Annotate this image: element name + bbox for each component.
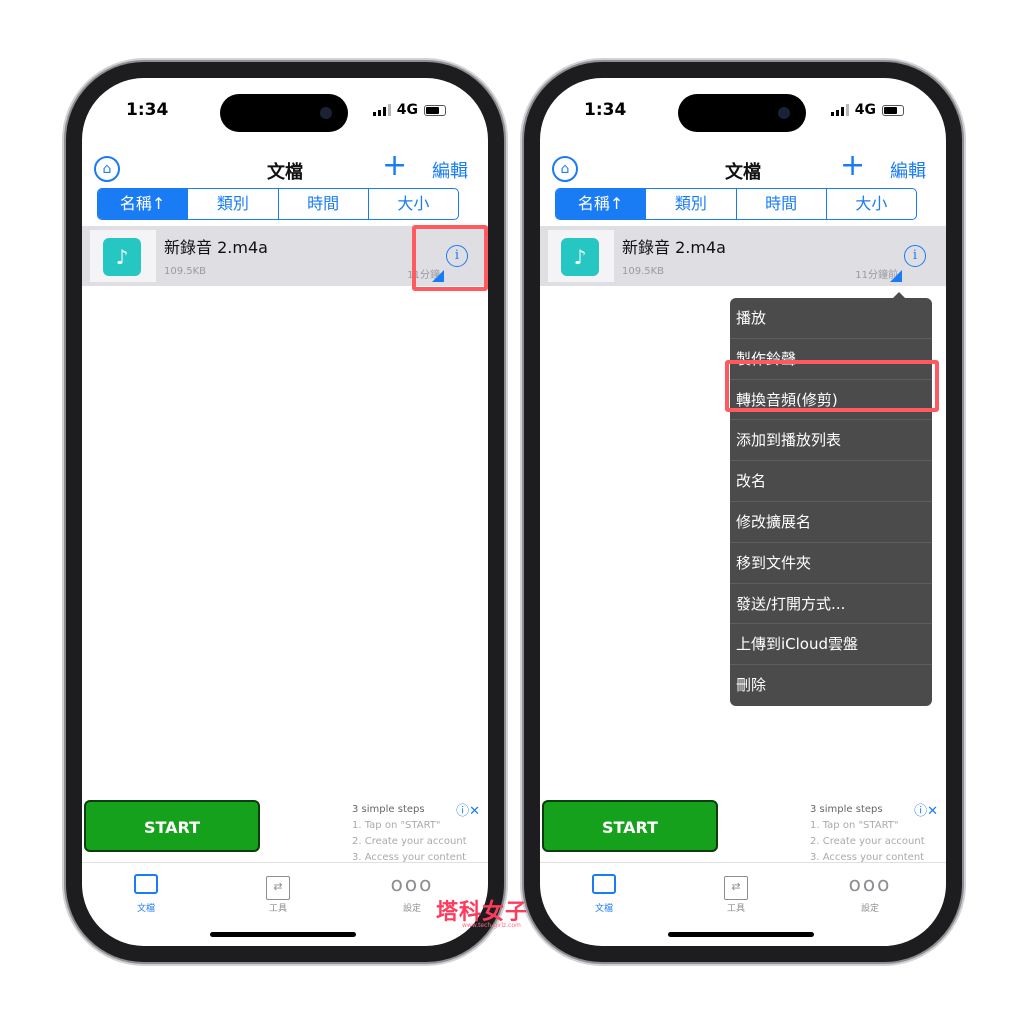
music-note-icon: ♪ — [561, 238, 599, 276]
tools-icon: ⇄ — [724, 876, 748, 900]
dynamic-island — [220, 94, 348, 132]
ad-close-icon[interactable]: ⓘ✕ — [456, 800, 480, 819]
dynamic-island — [678, 94, 806, 132]
network-label: 4G — [854, 102, 876, 118]
ad-close-icon[interactable]: ⓘ✕ — [914, 800, 938, 819]
file-thumbnail: ♪ — [548, 230, 614, 282]
ad-step-2: 2. Create your account — [810, 836, 925, 847]
file-size: 109.5KB — [622, 266, 665, 277]
add-button[interactable]: + — [840, 151, 865, 181]
page-title: 文檔 — [725, 162, 761, 183]
nav-bar: ⌂ 文檔 + 編輯 — [82, 150, 488, 190]
signal-icon — [372, 104, 391, 116]
tab-tools[interactable]: ⇄ 工具 — [696, 871, 776, 914]
file-row[interactable]: ♪ 新錄音 2.m4a 109.5KB 11分鐘前 i — [540, 226, 946, 286]
ad-step-1: 1. Tap on "START" — [810, 820, 899, 831]
status-bar-right: 4G — [830, 102, 904, 118]
ad-banner: START 3 simple steps 1. Tap on "START" 2… — [82, 800, 488, 863]
phone-left: 1:34 4G ⌂ 文檔 + 編輯 名稱↑ 類別 時間 大小 ♪ 新錄音 2.m… — [66, 62, 504, 962]
nav-bar: ⌂ 文檔 + 編輯 — [540, 150, 946, 190]
highlight-box-info — [412, 225, 488, 291]
tab-documents-label: 文檔 — [136, 904, 155, 914]
file-size: 109.5KB — [164, 266, 207, 277]
battery-icon — [424, 104, 446, 116]
tab-settings-label: 設定 — [860, 904, 879, 914]
tab-documents[interactable]: 文檔 — [106, 871, 186, 914]
tab-tools-label: 工具 — [268, 904, 287, 914]
ad-step-2: 2. Create your account — [352, 836, 467, 847]
ad-step-1: 1. Tap on "START" — [352, 820, 441, 831]
tab-documents-label: 文檔 — [594, 904, 613, 914]
sort-by-time[interactable]: 時間 — [279, 189, 369, 219]
menu-item-send-open-with[interactable]: 發送/打開方式... — [730, 584, 932, 625]
menu-item-play[interactable]: 播放 — [730, 298, 932, 339]
signal-icon — [830, 104, 849, 116]
screen-left: 1:34 4G ⌂ 文檔 + 編輯 名稱↑ 類別 時間 大小 ♪ 新錄音 2.m… — [82, 78, 488, 946]
edit-button[interactable]: 編輯 — [890, 157, 926, 183]
menu-item-move-to-folder[interactable]: 移到文件夾 — [730, 543, 932, 584]
network-label: 4G — [396, 102, 418, 118]
page-title: 文檔 — [267, 162, 303, 183]
home-indicator — [668, 932, 814, 937]
info-icon[interactable]: i — [904, 245, 926, 267]
status-time: 1:34 — [126, 100, 169, 120]
folder-icon — [592, 874, 616, 894]
sort-by-type[interactable]: 類別 — [646, 189, 737, 219]
tab-settings[interactable]: ooo 設定 — [830, 871, 910, 914]
menu-item-delete[interactable]: 刪除 — [730, 665, 932, 706]
battery-icon — [882, 104, 904, 116]
music-note-icon: ♪ — [103, 238, 141, 276]
sort-by-name[interactable]: 名稱↑ — [98, 189, 189, 219]
status-bar-right: 4G — [372, 102, 446, 118]
tools-icon: ⇄ — [266, 876, 290, 900]
watermark-logo: 塔科女子 www.tech-girlz.com — [436, 894, 528, 929]
file-thumbnail: ♪ — [90, 230, 156, 282]
watermark-url: www.tech-girlz.com — [462, 922, 521, 929]
start-button[interactable]: START — [542, 800, 718, 852]
sort-segmented-control: 名稱↑ 類別 時間 大小 — [97, 188, 459, 220]
home-indicator — [210, 932, 356, 937]
edit-button[interactable]: 編輯 — [432, 157, 468, 183]
ad-text: 3 simple steps 1. Tap on "START" 2. Crea… — [810, 802, 925, 866]
start-button[interactable]: START — [84, 800, 260, 852]
phone-right: 1:34 4G ⌂ 文檔 + 編輯 名稱↑ 類別 時間 大小 ♪ 新錄音 2.m… — [524, 62, 962, 962]
ad-heading: 3 simple steps — [352, 804, 425, 815]
sort-by-type[interactable]: 類別 — [188, 189, 279, 219]
sort-segmented-control: 名稱↑ 類別 時間 大小 — [555, 188, 917, 220]
screen-right: 1:34 4G ⌂ 文檔 + 編輯 名稱↑ 類別 時間 大小 ♪ 新錄音 2.m… — [540, 78, 946, 946]
file-name: 新錄音 2.m4a — [164, 238, 268, 257]
sort-by-size[interactable]: 大小 — [827, 189, 916, 219]
sort-by-name[interactable]: 名稱↑ — [556, 189, 647, 219]
menu-item-add-to-playlist[interactable]: 添加到播放列表 — [730, 420, 932, 462]
menu-item-rename[interactable]: 改名 — [730, 461, 932, 502]
folder-icon — [134, 874, 158, 894]
tab-documents[interactable]: 文檔 — [564, 871, 644, 914]
add-button[interactable]: + — [382, 151, 407, 181]
more-icon: ooo — [848, 872, 892, 896]
menu-item-change-extension[interactable]: 修改擴展名 — [730, 502, 932, 543]
status-time: 1:34 — [584, 100, 627, 120]
camera-icon — [778, 107, 790, 119]
ad-banner: START 3 simple steps 1. Tap on "START" 2… — [540, 800, 946, 863]
tab-tools-label: 工具 — [726, 904, 745, 914]
sort-by-size[interactable]: 大小 — [369, 189, 458, 219]
tab-tools[interactable]: ⇄ 工具 — [238, 871, 318, 914]
highlight-box-convert — [725, 360, 939, 412]
ad-text: 3 simple steps 1. Tap on "START" 2. Crea… — [352, 802, 467, 866]
ad-heading: 3 simple steps — [810, 804, 883, 815]
selection-corner-icon — [890, 270, 902, 282]
camera-icon — [320, 107, 332, 119]
menu-item-upload-icloud[interactable]: 上傳到iCloud雲盤 — [730, 624, 932, 666]
sort-by-time[interactable]: 時間 — [737, 189, 827, 219]
file-name: 新錄音 2.m4a — [622, 238, 726, 257]
